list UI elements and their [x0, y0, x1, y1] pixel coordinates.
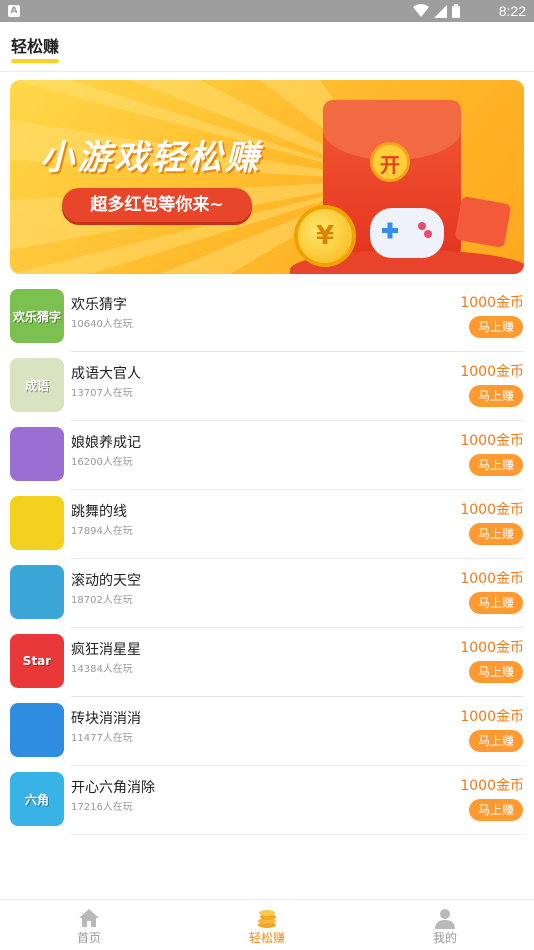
tab-mine[interactable]: 我的	[395, 900, 495, 950]
game-row[interactable]: Star 疯狂消星星 14384人在玩 1000金币马上赚	[0, 628, 534, 697]
game-player-count: 11477人在玩	[71, 733, 133, 744]
envelope-open-badge: 开	[370, 142, 410, 182]
play-now-button[interactable]: 马上赚	[469, 316, 523, 338]
game-row[interactable]: 成语 成语大官人 13707人在玩 1000金币马上赚	[0, 352, 534, 421]
user-icon	[435, 909, 455, 929]
game-list: 欢乐猜字 欢乐猜字 10640人在玩 1000金币 马上赚 成语 成语大官人 13707人在玩…	[0, 283, 534, 835]
game-row[interactable]: 欢乐猜字 欢乐猜字 10640人在玩 1000金币马上赚	[0, 283, 534, 352]
game-name: 成语大官人	[71, 366, 141, 382]
status-time: 8:22	[498, 3, 526, 19]
promo-banner[interactable]: 小游戏轻松赚 超多红包等你来~ 开 ¥	[10, 80, 524, 274]
game-reward: 1000金币	[460, 640, 524, 656]
banner-subtitle: 超多红包等你来~	[62, 188, 252, 222]
signal-icon	[434, 4, 447, 18]
game-icon-text: Star	[22, 654, 52, 668]
notification-icon: A	[8, 5, 20, 17]
game-player-count: 14384人在玩	[71, 664, 133, 675]
game-icon[interactable]: 欢乐猜字	[10, 289, 64, 343]
game-icon[interactable]	[10, 427, 64, 481]
bottom-tab-bar: 首页 轻松赚 我的	[0, 899, 534, 950]
game-row[interactable]: 滚动的天空 18702人在玩 1000金币马上赚	[0, 559, 534, 628]
game-icon-text: 成语	[24, 378, 49, 393]
status-bar: A 8:22	[0, 0, 534, 22]
play-now-button[interactable]: 马上赚	[469, 799, 523, 821]
game-icon[interactable]: 六角	[10, 772, 64, 826]
game-icon-text: 欢乐猜字	[12, 309, 61, 324]
row-divider	[71, 834, 524, 835]
game-row[interactable]: 娘娘养成记 16200人在玩 1000金币马上赚	[0, 421, 534, 490]
status-icons	[413, 4, 460, 18]
game-icon[interactable]	[10, 703, 64, 757]
banner-title: 小游戏轻松赚	[40, 138, 262, 178]
game-player-count: 17894人在玩	[71, 526, 133, 537]
game-reward: 1000金币	[460, 709, 524, 725]
play-now-button[interactable]: 马上赚	[469, 592, 523, 614]
game-reward: 1000金币	[460, 295, 524, 311]
play-now-button[interactable]: 马上赚	[469, 523, 523, 545]
home-icon	[79, 909, 99, 927]
game-name: 滚动的天空	[71, 573, 141, 589]
game-reward: 1000金币	[460, 571, 524, 587]
play-now-button[interactable]: 马上赚	[469, 661, 523, 683]
page-title: 轻松赚	[11, 37, 60, 56]
game-icon[interactable]	[10, 565, 64, 619]
tab-mine-label: 我的	[432, 931, 457, 945]
wifi-icon	[413, 4, 429, 17]
page-header: 轻松赚	[0, 22, 534, 72]
game-player-count: 16200人在玩	[71, 457, 133, 468]
game-icon[interactable]	[10, 496, 64, 550]
game-name: 疯狂消星星	[71, 642, 141, 658]
game-name: 砖块消消消	[71, 711, 141, 727]
small-envelope	[454, 195, 512, 249]
tab-home-label: 首页	[76, 931, 101, 945]
game-row[interactable]: 砖块消消消 11477人在玩 1000金币马上赚	[0, 697, 534, 766]
game-name: 欢乐猜字	[71, 297, 127, 313]
title-underline	[11, 59, 59, 63]
game-reward: 1000金币	[460, 778, 524, 794]
game-reward: 1000金币	[460, 433, 524, 449]
game-reward: 1000金币	[460, 364, 524, 380]
game-player-count: 13707人在玩	[71, 388, 133, 399]
game-player-count: 10640人在玩	[71, 319, 133, 330]
play-now-button[interactable]: 马上赚	[469, 730, 523, 752]
battery-icon	[452, 4, 460, 18]
game-player-count: 17216人在玩	[71, 802, 133, 813]
game-icon[interactable]: Star	[10, 634, 64, 688]
game-icon-text: 六角	[24, 792, 49, 807]
game-name: 跳舞的线	[71, 504, 127, 520]
play-now-button[interactable]: 马上赚	[469, 385, 523, 407]
coins-icon	[258, 910, 276, 928]
game-icon[interactable]: 成语	[10, 358, 64, 412]
game-reward: 1000金币	[460, 502, 524, 518]
game-name: 开心六角消除	[71, 780, 155, 796]
game-player-count: 18702人在玩	[71, 595, 133, 606]
game-row[interactable]: 跳舞的线 17894人在玩 1000金币马上赚	[0, 490, 534, 559]
coin-icon: ¥	[294, 205, 356, 267]
game-name: 娘娘养成记	[71, 435, 141, 451]
tab-earn[interactable]: 轻松赚	[217, 900, 317, 950]
play-now-button[interactable]: 马上赚	[469, 454, 523, 476]
game-row[interactable]: 六角 开心六角消除 17216人在玩 1000金币马上赚	[0, 766, 534, 835]
tab-earn-label: 轻松赚	[248, 931, 285, 945]
gamepad-icon	[370, 208, 444, 258]
tab-home[interactable]: 首页	[39, 900, 139, 950]
